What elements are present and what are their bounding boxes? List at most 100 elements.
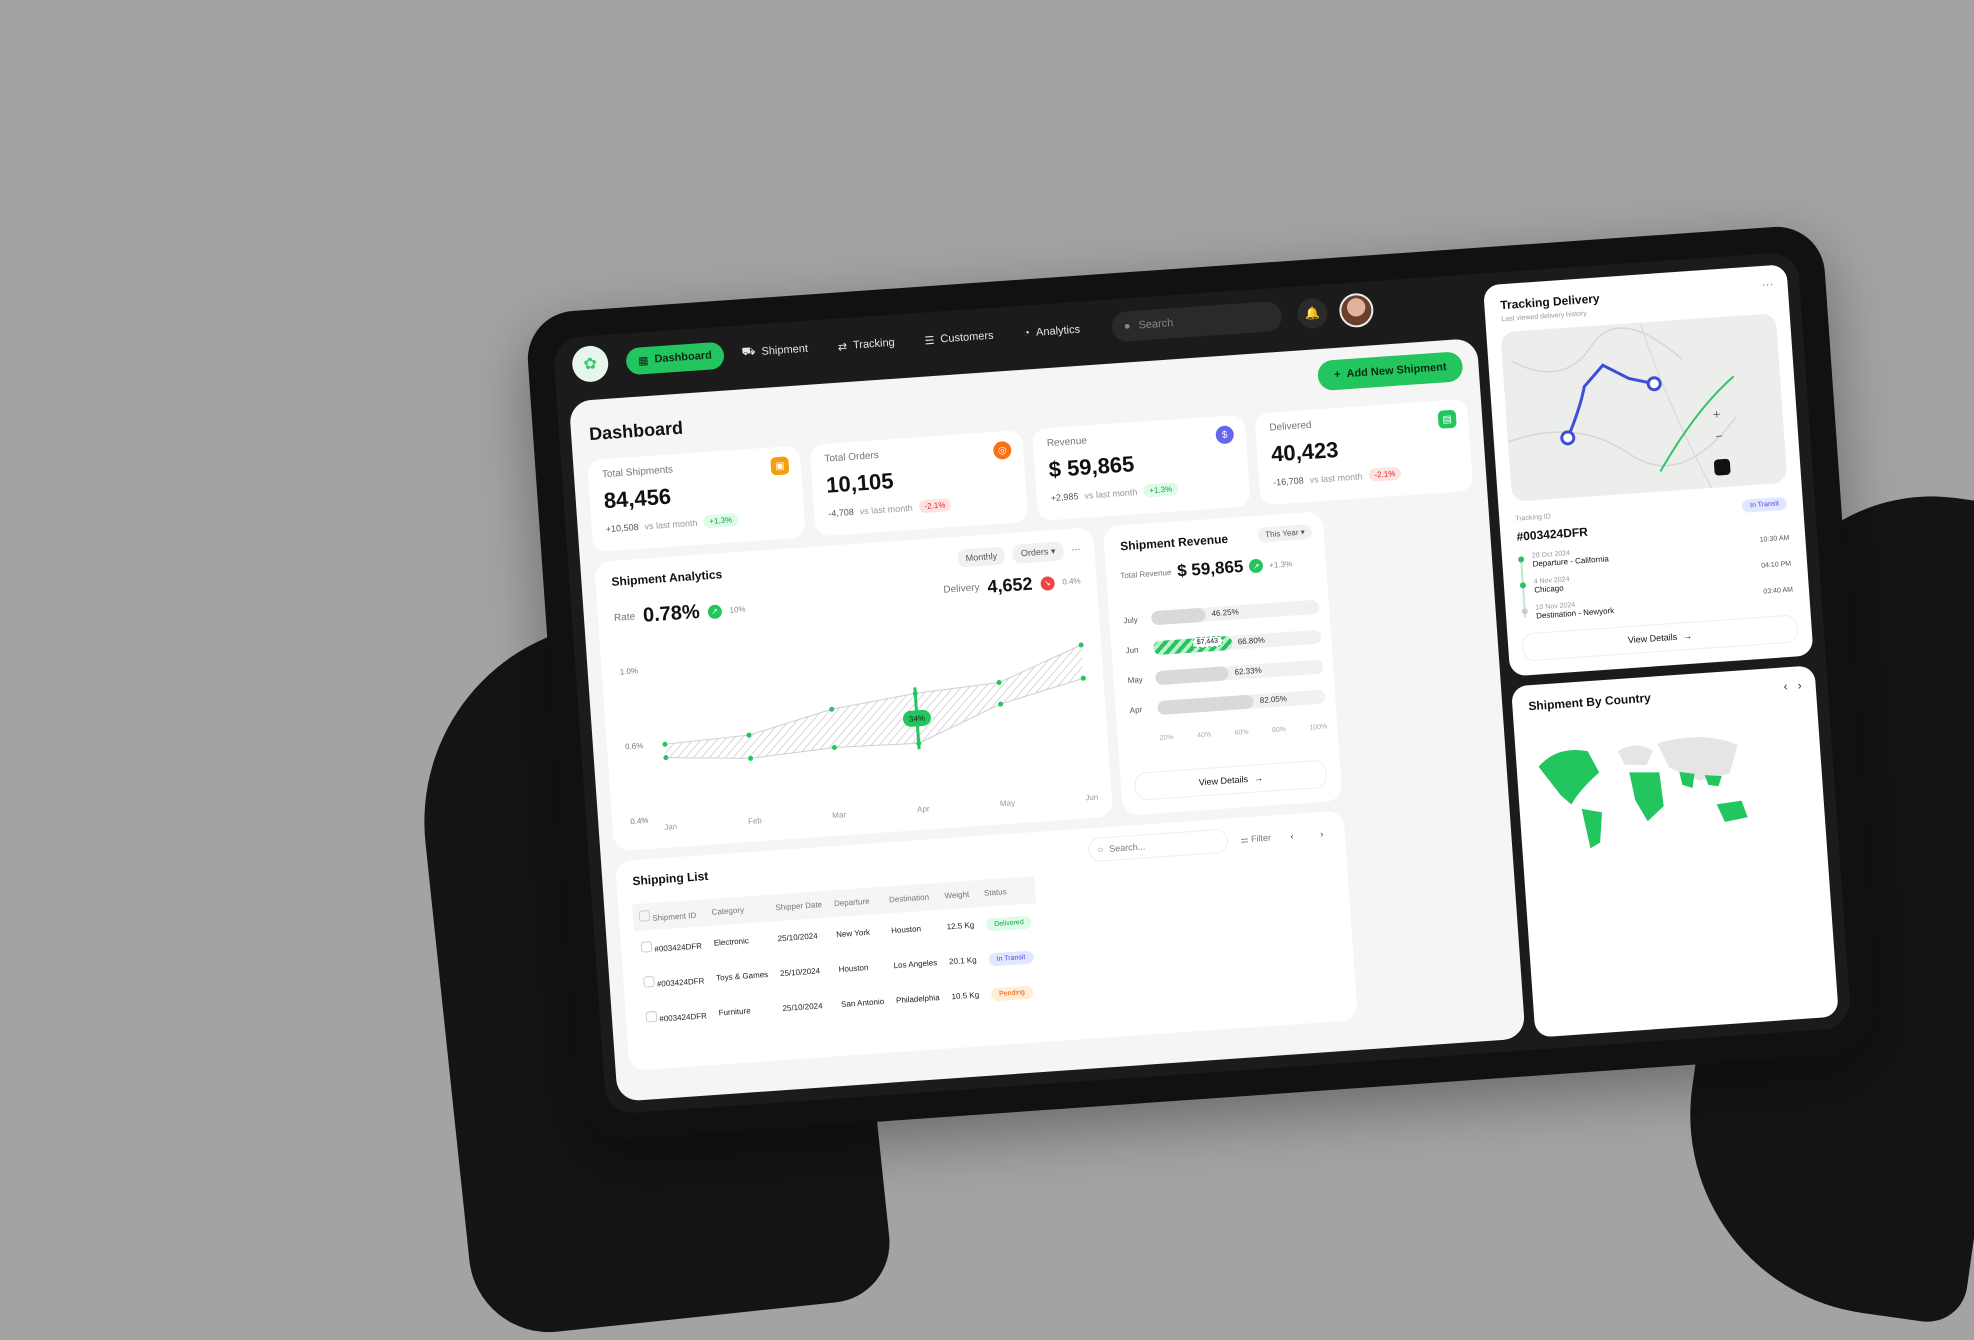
tracking-id-label: Tracking ID bbox=[1515, 513, 1552, 523]
route-map-graphic: + − bbox=[1507, 322, 1738, 489]
country-australia[interactable] bbox=[1716, 800, 1748, 822]
more-icon[interactable]: ⋯ bbox=[1071, 544, 1081, 556]
add-new-shipment-button[interactable]: + Add New Shipment bbox=[1317, 351, 1464, 392]
select-all-checkbox[interactable] bbox=[638, 910, 651, 922]
stat-chip: -2.1% bbox=[1368, 466, 1402, 482]
period-select[interactable]: Monthly bbox=[957, 545, 1006, 568]
origin-pin-icon[interactable] bbox=[1560, 430, 1576, 446]
country-pagination: ‹ › bbox=[1783, 678, 1802, 693]
revenue-range-select[interactable]: This Year ▾ bbox=[1257, 523, 1313, 543]
country-africa[interactable] bbox=[1629, 770, 1664, 822]
destination-pin-icon[interactable] bbox=[1646, 376, 1662, 392]
map-road bbox=[1511, 327, 1684, 373]
y-tick-label: 0.6% bbox=[625, 741, 644, 751]
revenue-bar[interactable] bbox=[1155, 666, 1230, 686]
step-info: 10 Nov 2024 Destination - Newyork bbox=[1535, 599, 1615, 630]
tracking-status-badge: In Transit bbox=[1741, 496, 1788, 513]
cell-date: 25/10/2024 bbox=[777, 931, 818, 944]
chevron-right-icon[interactable]: › bbox=[1312, 824, 1331, 843]
truck-icon: ⛟ bbox=[741, 345, 756, 359]
stat-total-shipments: Total Shipments 84,456 +10,508 vs last m… bbox=[586, 445, 806, 553]
cell-date: 25/10/2024 bbox=[782, 1001, 823, 1014]
grid-icon: ▦ bbox=[637, 354, 649, 368]
chevron-right-icon[interactable]: › bbox=[1797, 678, 1802, 692]
shipping-search-input[interactable]: ○ Search... bbox=[1087, 828, 1230, 863]
revenue-bar[interactable] bbox=[1150, 607, 1207, 626]
notification-bell-icon[interactable]: 🔔 bbox=[1296, 297, 1329, 330]
nav-tracking[interactable]: ⇄ Tracking bbox=[825, 328, 908, 361]
revenue-month-label: July bbox=[1123, 614, 1138, 625]
revenue-bar-value: 46.25% bbox=[1211, 607, 1239, 619]
x-tick-label: May bbox=[1000, 798, 1016, 808]
revenue-bar[interactable] bbox=[1157, 694, 1255, 716]
stat-sub: -4,708 vs last month -2.1% bbox=[828, 494, 1013, 520]
row-checkbox[interactable] bbox=[640, 941, 653, 953]
analytics-controls: Monthly Orders ▾ ⋯ bbox=[957, 540, 1081, 568]
x-tick-label: Mar bbox=[832, 810, 847, 820]
map-layers-icon[interactable] bbox=[1713, 458, 1731, 476]
cell-destination: Houston bbox=[890, 924, 922, 936]
world-map bbox=[1538, 734, 1748, 849]
revenue-total-chip: +1.3% bbox=[1268, 558, 1293, 570]
more-icon[interactable]: ⋯ bbox=[1761, 277, 1774, 292]
stat-value: $ 59,865 bbox=[1047, 451, 1136, 483]
step-info: 4 Nov 2024 Chicago bbox=[1534, 576, 1572, 604]
stat-sub: +10,508 vs last month +1.3% bbox=[605, 509, 790, 535]
cell-category: Furniture bbox=[718, 1006, 751, 1018]
cell-id: #003424DFR bbox=[639, 996, 714, 1036]
nav-dashboard[interactable]: ▦ Dashboard bbox=[625, 341, 725, 375]
stat-sub: -16,708 vs last month -2.1% bbox=[1273, 463, 1458, 489]
tracking-map[interactable]: + − bbox=[1500, 313, 1788, 502]
revenue-axis-tick: 60% bbox=[1234, 728, 1249, 737]
y-tick-label: 1.0% bbox=[620, 666, 639, 676]
nav-shipment-label: Shipment bbox=[761, 342, 809, 358]
revenue-view-details-button[interactable]: View Details → bbox=[1134, 759, 1328, 801]
chevron-left-icon[interactable]: ‹ bbox=[1282, 826, 1301, 845]
shipment-id: #003424DFR bbox=[656, 976, 705, 989]
tracking-delivery-card: Tracking Delivery Last viewed delivery h… bbox=[1482, 264, 1814, 677]
metric-select[interactable]: Orders ▾ bbox=[1012, 541, 1065, 564]
delivery-chip: 0.4% bbox=[1062, 576, 1081, 587]
chevron-left-icon[interactable]: ‹ bbox=[1783, 679, 1788, 693]
user-avatar[interactable] bbox=[1338, 292, 1375, 329]
revenue-bar-track: 82.05% bbox=[1157, 689, 1326, 716]
metric-select-label: Orders bbox=[1020, 546, 1049, 559]
nav-shipment[interactable]: ⛟ Shipment bbox=[729, 334, 821, 368]
revenue-month-label: May bbox=[1127, 674, 1144, 685]
global-search-input[interactable]: ● Search bbox=[1110, 300, 1283, 343]
delivery-summary: Delivery 4,652 ↘ 0.4% bbox=[943, 570, 1082, 601]
revenue-bar-track: 46.25% bbox=[1150, 599, 1320, 626]
shipping-title: Shipping List bbox=[631, 868, 709, 889]
box-icon: ▣ bbox=[770, 456, 790, 476]
country-europe[interactable] bbox=[1617, 744, 1653, 767]
revenue-month-label: Apr bbox=[1129, 704, 1143, 715]
zoom-in-icon[interactable]: + bbox=[1712, 409, 1721, 421]
step-time: 10:30 AM bbox=[1759, 534, 1790, 544]
country-south-america[interactable] bbox=[1581, 807, 1605, 849]
view-details-label: View Details bbox=[1198, 774, 1249, 788]
nav-analytics-label: Analytics bbox=[1035, 323, 1081, 339]
timeline-dot bbox=[1517, 556, 1525, 563]
delivery-route bbox=[1566, 363, 1655, 439]
shipment-revenue-card: Shipment Revenue This Year ▾ Total Reven… bbox=[1102, 511, 1343, 816]
country-southeast-asia[interactable] bbox=[1704, 774, 1723, 787]
row-checkbox[interactable] bbox=[643, 975, 655, 988]
country-asia[interactable] bbox=[1657, 734, 1740, 783]
country-title: Shipment By Country bbox=[1527, 690, 1652, 714]
country-north-america[interactable] bbox=[1538, 748, 1602, 806]
stat-chip: +1.3% bbox=[702, 512, 739, 529]
revenue-total-label: Total Revenue bbox=[1119, 567, 1172, 580]
shipment-by-country-card: Shipment By Country ‹ › bbox=[1510, 665, 1839, 1038]
revenue-axis-tick: 20% bbox=[1159, 734, 1174, 743]
nav-dashboard-label: Dashboard bbox=[654, 349, 713, 366]
stat-value: 84,456 bbox=[602, 483, 672, 514]
zoom-out-icon[interactable]: − bbox=[1715, 431, 1724, 443]
stat-sub: +2,985 vs last month +1.3% bbox=[1050, 478, 1235, 504]
nav-customers[interactable]: ☰ Customers bbox=[912, 321, 1007, 354]
row-checkbox[interactable] bbox=[645, 1010, 658, 1023]
filter-label: Filter bbox=[1250, 832, 1272, 844]
tablet-screen: ✿ ▦ Dashboard ⛟ Shipment ⇄ Tracking ☰ Cu… bbox=[552, 251, 1852, 1115]
filter-button[interactable]: ⚌ Filter bbox=[1240, 832, 1271, 845]
app-logo[interactable]: ✿ bbox=[571, 344, 610, 384]
nav-analytics[interactable]: ◔ Analytics bbox=[1011, 316, 1093, 348]
